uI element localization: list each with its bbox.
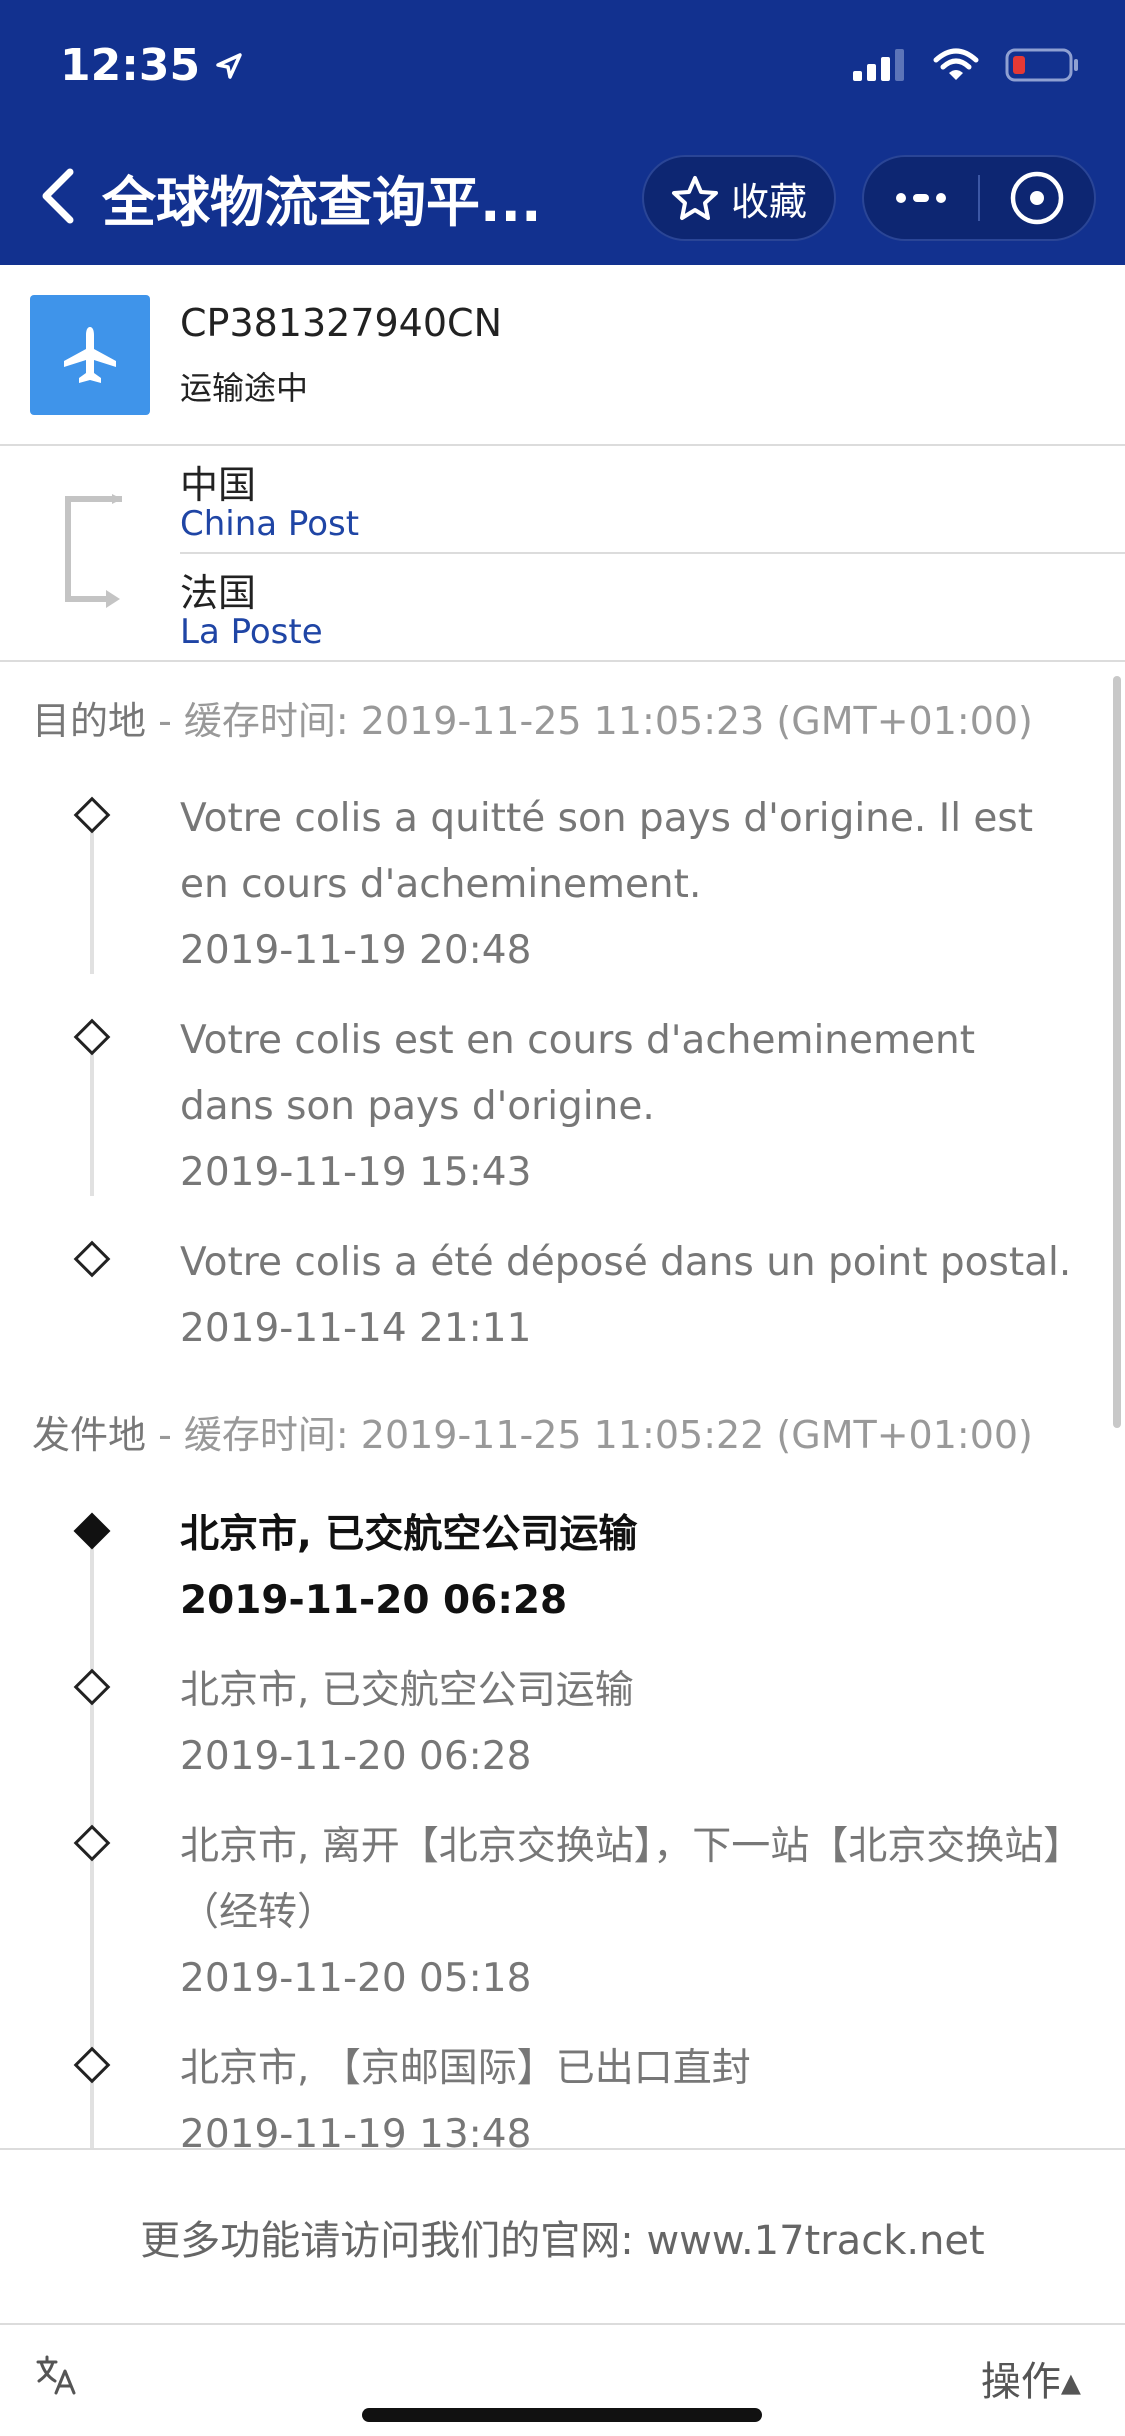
route-info: 中国 China Post 法国 La Poste <box>0 446 1125 662</box>
timeline-dot <box>73 1824 111 1862</box>
website-promo[interactable]: 更多功能请访问我们的官网: www.17track.net <box>0 2148 1125 2325</box>
timeline-event: Votre colis est en cours d'acheminement … <box>180 1008 1080 1206</box>
event-text: Votre colis a quitté son pays d'origine.… <box>180 796 1034 907</box>
scrollbar[interactable] <box>1113 676 1121 1428</box>
timeline-dot-active <box>73 1512 111 1550</box>
star-icon <box>671 176 718 220</box>
timeline-connector <box>90 2072 94 2148</box>
origin-label: 发件地 <box>32 1413 147 1457</box>
actions-button[interactable]: 操作▴ <box>981 2349 1081 2407</box>
cellular-signal-icon <box>853 49 904 81</box>
wifi-icon <box>933 48 979 80</box>
timeline-dot <box>73 796 111 834</box>
shipment-status: 运输途中 <box>180 369 309 407</box>
battery-low-icon <box>1005 48 1078 82</box>
event-time: 2019-11-20 06:28 <box>180 1578 568 1623</box>
destination-country: 法国 <box>180 571 257 615</box>
event-text: 北京市, 【京邮国际】已出口直封 <box>180 2046 751 2091</box>
status-time: 12:35 <box>60 40 244 91</box>
airplane-badge <box>30 295 150 415</box>
bottom-toolbar: 操作▴ <box>0 2325 1125 2436</box>
event-text: 北京市, 离开【北京交换站】，下一站【北京交换站】（经转） <box>180 1824 1063 1935</box>
timeline-dot <box>73 1668 111 1706</box>
airplane-icon <box>64 327 116 383</box>
tracking-number: CP381327940CN <box>180 301 502 345</box>
destination-cache-time: - 缓存时间: 2019-11-25 11:05:23 (GMT+01:00) <box>146 699 1033 743</box>
origin-cache-time: - 缓存时间: 2019-11-25 11:05:22 (GMT+01:00) <box>146 1413 1033 1457</box>
close-circle-icon <box>1010 171 1064 225</box>
event-text: 北京市, 已交航空公司运输 <box>180 1512 638 1557</box>
home-indicator[interactable] <box>362 2408 762 2422</box>
location-arrow-icon <box>216 52 242 79</box>
timeline-event: 北京市, 离开【北京交换站】，下一站【北京交换站】（经转） 2019-11-20… <box>180 1814 1080 2012</box>
event-time: 2019-11-19 15:43 <box>180 1150 532 1195</box>
event-text: Votre colis a été déposé dans un point p… <box>180 1240 1072 1285</box>
favorite-button[interactable]: 收藏 <box>642 155 836 241</box>
timeline-event-latest: 北京市, 已交航空公司运输 2019-11-20 06:28 <box>180 1502 1080 1634</box>
destination-label: 目的地 <box>32 699 147 743</box>
origin-carrier-link[interactable]: China Post <box>180 504 359 544</box>
origin-section-header: 发件地 - 缓存时间: 2019-11-25 11:05:22 (GMT+01:… <box>32 1404 1033 1459</box>
more-button[interactable] <box>864 155 978 241</box>
destination-section-header: 目的地 - 缓存时间: 2019-11-25 11:05:23 (GMT+01:… <box>32 690 1033 745</box>
status-icons <box>853 48 1079 82</box>
event-time: 2019-11-20 05:18 <box>180 1956 532 2001</box>
timeline-dot <box>73 1240 111 1278</box>
favorite-label: 收藏 <box>730 179 807 224</box>
timeline-event: 北京市, 已交航空公司运输 2019-11-20 06:28 <box>180 1658 1080 1790</box>
route-connector-icon <box>65 494 122 608</box>
origin-row: 中国 China Post <box>180 446 1125 554</box>
page-title: 全球物流查询平... <box>102 171 542 234</box>
tracking-timeline[interactable]: 目的地 - 缓存时间: 2019-11-25 11:05:23 (GMT+01:… <box>0 662 1125 2148</box>
event-time: 2019-11-19 20:48 <box>180 928 532 973</box>
timeline-event: Votre colis a été déposé dans un point p… <box>180 1230 1080 1362</box>
package-summary[interactable]: CP381327940CN 运输途中 <box>0 265 1125 446</box>
close-button[interactable] <box>980 155 1094 241</box>
event-time: 2019-11-14 21:11 <box>180 1306 532 1351</box>
mini-program-capsule <box>862 155 1096 241</box>
event-time: 2019-11-19 13:48 <box>180 2112 532 2148</box>
origin-country: 中国 <box>180 463 257 507</box>
timeline-dot <box>73 2046 111 2084</box>
app-header: 12:35 全球物流查询平... 收藏 <box>0 0 1125 265</box>
website-promo-text: 更多功能请访问我们的官网: www.17track.net <box>140 2217 985 2264</box>
clock: 12:35 <box>60 40 201 91</box>
translate-icon <box>36 2355 76 2395</box>
back-button[interactable] <box>38 160 90 232</box>
timeline-connector <box>90 1852 94 2072</box>
timeline-event: Votre colis a quitté son pays d'origine.… <box>180 786 1080 984</box>
event-text: Votre colis est en cours d'acheminement … <box>180 1018 976 1129</box>
destination-row: 法国 La Poste <box>180 554 1125 662</box>
chevron-left-icon <box>42 168 74 224</box>
destination-carrier-link[interactable]: La Poste <box>180 612 323 652</box>
timeline-dot <box>73 1018 111 1056</box>
more-dots-icon <box>896 193 946 203</box>
event-text: 北京市, 已交航空公司运输 <box>180 1668 634 1713</box>
event-time: 2019-11-20 06:28 <box>180 1734 532 1779</box>
translate-button[interactable] <box>34 2353 78 2406</box>
timeline-event: 北京市, 【京邮国际】已出口直封 2019-11-19 13:48 <box>180 2036 1080 2148</box>
